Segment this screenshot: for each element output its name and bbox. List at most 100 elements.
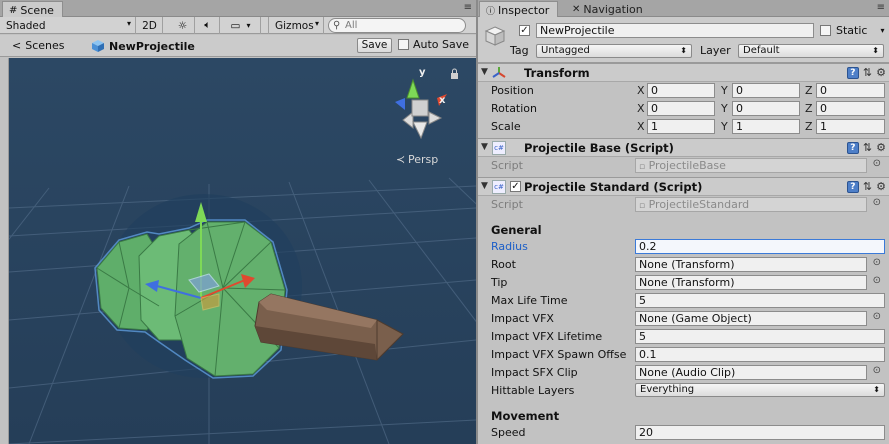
scene-viewport[interactable]: y x ≺ Persp — [9, 58, 476, 444]
standard-script-row: Script ▫ ProjectileStandard ⊙ — [491, 197, 881, 212]
position-y-field[interactable]: 0 — [732, 83, 800, 98]
general-section-header: General — [491, 223, 542, 237]
gameobject-header: ✓ NewProjectile Static ▾ Tag Untagged ⬍ … — [478, 17, 889, 63]
scale-row: Scale X 1 Y 1 Z 1 — [491, 118, 885, 136]
dropdown-caret-icon: ▾ — [126, 19, 131, 28]
rotation-row: Rotation X 0 Y 0 Z 0 — [491, 100, 885, 118]
shading-mode-dropdown[interactable]: Shaded ▾ — [0, 17, 136, 34]
panel-menu-icon[interactable]: ≡ — [464, 2, 472, 13]
object-picker-icon[interactable]: ⊙ — [873, 158, 881, 169]
hittable-layers-dropdown[interactable]: Everything ⬍ — [635, 383, 885, 397]
rotation-z-field[interactable]: 0 — [816, 101, 885, 116]
radius-field[interactable]: 0.2 — [635, 239, 885, 254]
impact-vfx-lifetime-field[interactable]: 5 — [635, 329, 885, 344]
gear-icon[interactable]: ⚙ — [876, 66, 886, 79]
dropdown-caret-icon[interactable]: ▾ — [880, 26, 884, 35]
rotation-y-field[interactable]: 0 — [732, 101, 800, 116]
scene-tab-bar: # Scene ≡ — [0, 0, 476, 17]
component-enabled-checkbox[interactable]: ✓ — [510, 181, 521, 192]
projection-label[interactable]: Persp — [408, 153, 438, 166]
object-picker-icon[interactable]: ⊙ — [873, 275, 881, 286]
gizmo-y-label: y — [419, 67, 426, 78]
auto-save-checkbox[interactable] — [398, 39, 409, 50]
info-icon: ⓘ — [486, 6, 496, 17]
scale-z-field[interactable]: 1 — [816, 119, 885, 134]
object-picker-icon[interactable]: ⊙ — [873, 311, 881, 322]
projectile-standard-header[interactable]: ▼ c# ✓ Projectile Standard (Script) ? ⇅ … — [478, 177, 889, 196]
layer-dropdown[interactable]: Default ⬍ — [738, 44, 884, 58]
scale-y-field[interactable]: 1 — [732, 119, 800, 134]
preset-sliders-icon[interactable]: ⇅ — [863, 66, 872, 79]
root-row: Root None (Transform) ⊙ — [491, 257, 881, 272]
gear-icon[interactable]: ⚙ — [876, 180, 886, 193]
tip-row: Tip None (Transform) ⊙ — [491, 275, 881, 290]
projectile-base-header[interactable]: ▼ c# Projectile Base (Script) ? ⇅ ⚙ — [478, 138, 889, 157]
scene-canvas[interactable]: y x ≺ Persp — [9, 58, 476, 444]
back-arrow-icon: < — [12, 39, 22, 52]
active-checkbox[interactable]: ✓ — [519, 25, 530, 36]
position-x-field[interactable]: 0 — [647, 83, 715, 98]
gear-icon[interactable]: ⚙ — [876, 141, 886, 154]
impact-sfx-clip-field[interactable]: None (Audio Clip) — [635, 365, 867, 380]
breadcrumb-scenes[interactable]: < Scenes — [12, 39, 65, 52]
preset-sliders-icon[interactable]: ⇅ — [863, 141, 872, 154]
impact-sfx-clip-row: Impact SFX Clip None (Audio Clip) ⊙ — [491, 365, 881, 380]
updown-caret-icon: ⬍ — [873, 385, 880, 394]
static-toggle[interactable]: Static ▾ — [820, 24, 884, 37]
2d-toggle-button[interactable]: 2D — [137, 17, 163, 34]
hittable-layers-row: Hittable Layers Everything ⬍ — [491, 382, 885, 400]
max-life-time-field[interactable]: 5 — [635, 293, 885, 308]
scale-x-field[interactable]: 1 — [647, 119, 715, 134]
scene-panel: # Scene ≡ Shaded ▾ 2D ☼ 🔈︎ ▭ ▾ Gizmos ▾ … — [0, 0, 476, 444]
audio-toggle-icon[interactable]: 🔈︎ — [196, 17, 220, 34]
tab-scene[interactable]: # Scene — [2, 1, 63, 17]
scene-search-input[interactable]: ⚲ All — [328, 18, 466, 33]
breadcrumb: < Scenes NewProjectile Save Auto Save — [0, 35, 476, 57]
tag-dropdown[interactable]: Untagged ⬍ — [536, 44, 692, 58]
effects-dropdown[interactable]: ▭ ▾ — [221, 17, 261, 34]
updown-caret-icon: ⬍ — [872, 46, 879, 55]
tab-inspector[interactable]: ⓘ Inspector — [479, 1, 559, 17]
impact-vfx-field[interactable]: None (Game Object) — [635, 311, 867, 326]
inspector-tab-bar: ⓘ Inspector ✕ Navigation ≡ — [478, 0, 889, 17]
object-picker-icon[interactable]: ⊙ — [873, 365, 881, 376]
updown-caret-icon: ⬍ — [680, 46, 687, 55]
impact-vfx-spawn-offset-field[interactable]: 0.1 — [635, 347, 885, 362]
object-picker-icon[interactable]: ⊙ — [873, 197, 881, 208]
perspective-arrow-icon[interactable]: ≺ — [396, 153, 405, 166]
object-name-field[interactable]: NewProjectile — [536, 23, 814, 38]
tab-navigation[interactable]: ✕ Navigation — [566, 1, 651, 17]
transform-header[interactable]: ▼ Transform ? ⇅ ⚙ — [478, 63, 889, 82]
gameobject-cube-icon — [484, 26, 506, 46]
foldout-arrow-icon[interactable]: ▼ — [481, 181, 488, 191]
tip-field[interactable]: None (Transform) — [635, 275, 867, 290]
movement-section-header: Movement — [491, 409, 560, 423]
tag-label: Tag — [510, 44, 529, 57]
foldout-arrow-icon[interactable]: ▼ — [481, 142, 488, 152]
foldout-arrow-icon[interactable]: ▼ — [481, 67, 488, 77]
static-checkbox[interactable] — [820, 25, 831, 36]
position-z-field[interactable]: 0 — [816, 83, 885, 98]
auto-save-toggle[interactable]: Auto Save — [398, 38, 469, 51]
cube-icon — [92, 40, 104, 52]
breadcrumb-object[interactable]: NewProjectile — [91, 39, 195, 53]
help-icon[interactable]: ? — [846, 141, 859, 154]
root-field[interactable]: None (Transform) — [635, 257, 867, 272]
inspector-menu-icon[interactable]: ≡ — [877, 2, 885, 13]
help-icon[interactable]: ? — [846, 66, 859, 79]
save-button[interactable]: Save — [357, 38, 392, 53]
speed-field[interactable]: 20 — [635, 425, 885, 440]
layer-label: Layer — [700, 44, 731, 57]
rotation-x-field[interactable]: 0 — [647, 101, 715, 116]
speed-row: Speed 20 — [491, 424, 885, 442]
dropdown-caret-icon: ▾ — [246, 21, 251, 30]
object-picker-icon[interactable]: ⊙ — [873, 257, 881, 268]
grid-icon: # — [9, 4, 18, 16]
gizmos-dropdown[interactable]: Gizmos ▾ — [268, 17, 324, 34]
preset-sliders-icon[interactable]: ⇅ — [863, 180, 872, 193]
lighting-toggle-icon[interactable]: ☼ — [171, 17, 195, 34]
standard-script-field: ▫ ProjectileStandard — [635, 197, 867, 212]
help-icon[interactable]: ? — [846, 180, 859, 193]
position-row: Position X 0 Y 0 Z 0 — [491, 82, 885, 100]
radius-row: Radius 0.2 — [491, 238, 885, 256]
